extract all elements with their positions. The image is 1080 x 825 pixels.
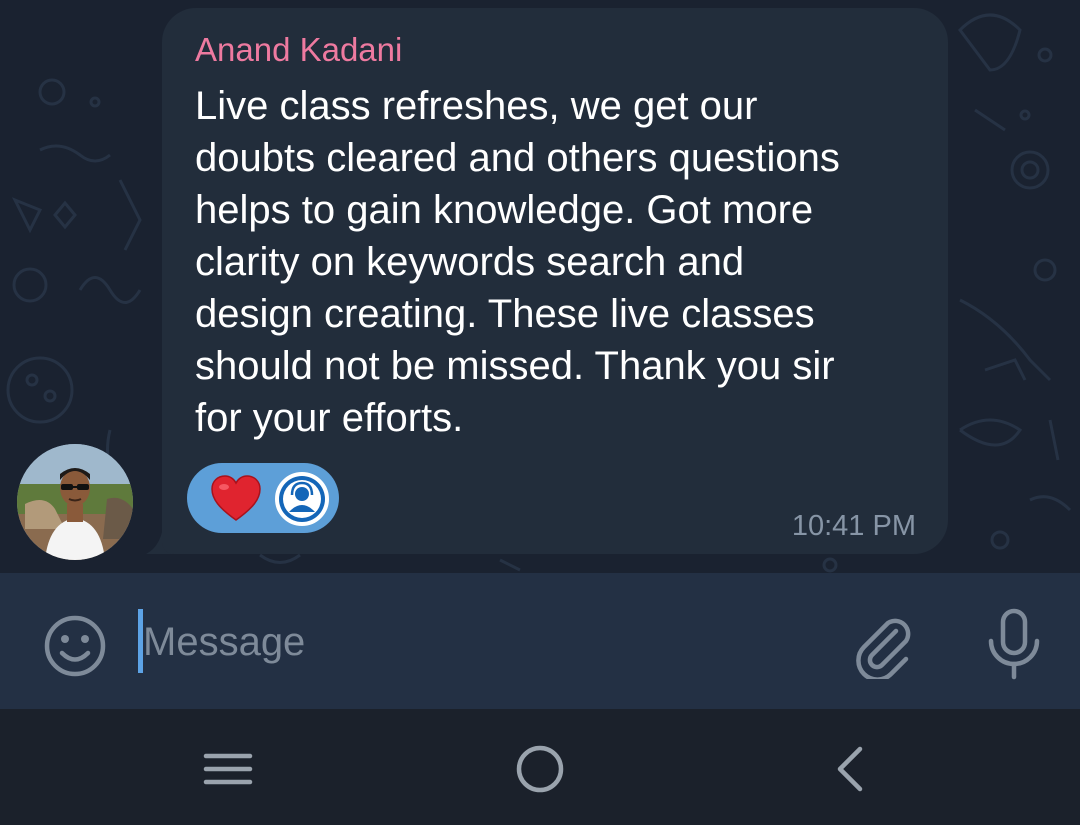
- system-navigation-bar: [0, 709, 1080, 825]
- message-text: Live class refreshes, we get our doubts …: [195, 84, 840, 440]
- heart-emoji-icon: [211, 475, 261, 521]
- message-timestamp: 10:41 PM: [791, 510, 916, 542]
- sender-photo: [17, 444, 133, 560]
- reaction-user-avatar: [275, 472, 329, 526]
- support-agent-icon: [279, 476, 325, 522]
- chat-area: Anand Kadani Live class refreshes, we ge…: [0, 0, 1080, 573]
- chevron-left-icon[interactable]: [818, 737, 882, 801]
- paperclip-icon[interactable]: [848, 609, 918, 679]
- smiley-face-icon[interactable]: [42, 613, 108, 679]
- menu-lines-icon[interactable]: [196, 737, 260, 801]
- microphone-icon[interactable]: [980, 607, 1048, 681]
- sender-avatar[interactable]: [17, 444, 133, 560]
- message-input[interactable]: [143, 613, 743, 671]
- circle-home-icon[interactable]: [508, 737, 572, 801]
- message-composer: [0, 573, 1080, 709]
- message-bubble[interactable]: Anand Kadani Live class refreshes, we ge…: [162, 8, 948, 554]
- reactions-pill[interactable]: [187, 463, 339, 533]
- sender-name[interactable]: Anand Kadani: [195, 30, 402, 70]
